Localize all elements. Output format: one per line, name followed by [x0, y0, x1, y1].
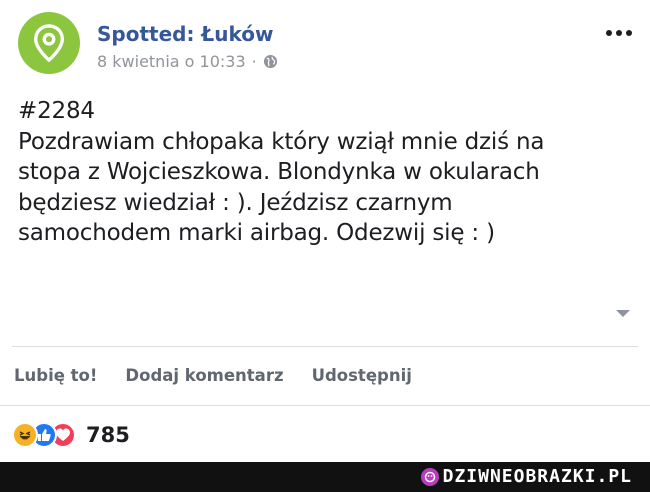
watermark-bar: DZIWNEOBRAZKI.PL: [0, 462, 650, 492]
comment-button[interactable]: Dodaj komentarz: [125, 366, 283, 385]
post-meta: 8 kwietnia o 10:33 ·: [97, 52, 278, 71]
globe-icon: [263, 54, 277, 69]
divider: [12, 346, 638, 347]
post-text-line: stopa z Wojcieszkowa. Blondynka w okular…: [18, 159, 540, 185]
post-text: #2284 Pozdrawiam chłopaka który wziął mn…: [18, 96, 618, 249]
like-button[interactable]: Lubię to!: [14, 366, 97, 385]
watermark-logo-icon: [420, 467, 439, 486]
reaction-count: 785: [86, 423, 130, 447]
more-options-icon[interactable]: [606, 30, 632, 36]
dot: [616, 30, 622, 36]
page-avatar[interactable]: [18, 12, 80, 74]
post-text-line: Pozdrawiam chłopaka który wziął mnie dzi…: [18, 128, 545, 155]
dot: [606, 30, 612, 36]
post-header: Spotted: Łuków 8 kwietnia o 10:33 ·: [18, 12, 638, 76]
watermark: DZIWNEOBRAZKI.PL: [420, 466, 632, 487]
map-pin-icon: [34, 24, 64, 62]
post-timestamp[interactable]: 8 kwietnia o 10:33: [97, 52, 246, 71]
dot: [626, 30, 632, 36]
post-text-line: będziesz wiedział : ). Jeździsz czarnym: [18, 189, 453, 216]
facebook-post: Spotted: Łuków 8 kwietnia o 10:33 · #228…: [0, 0, 650, 462]
chevron-down-icon[interactable]: [616, 310, 630, 317]
divider: [0, 405, 650, 406]
haha-icon: [12, 422, 38, 448]
meta-separator: ·: [251, 52, 257, 71]
share-button[interactable]: Udostępnij: [312, 366, 412, 385]
post-text-line: samochodem marki airbag. Odezwij się : ): [18, 220, 495, 246]
reactions-summary[interactable]: 785: [12, 422, 130, 448]
post-actions: Lubię to! Dodaj komentarz Udostępnij: [14, 366, 412, 385]
page-name-link[interactable]: Spotted: Łuków: [97, 22, 273, 46]
watermark-text: DZIWNEOBRAZKI.PL: [442, 466, 632, 487]
post-text-line: #2284: [18, 98, 95, 124]
